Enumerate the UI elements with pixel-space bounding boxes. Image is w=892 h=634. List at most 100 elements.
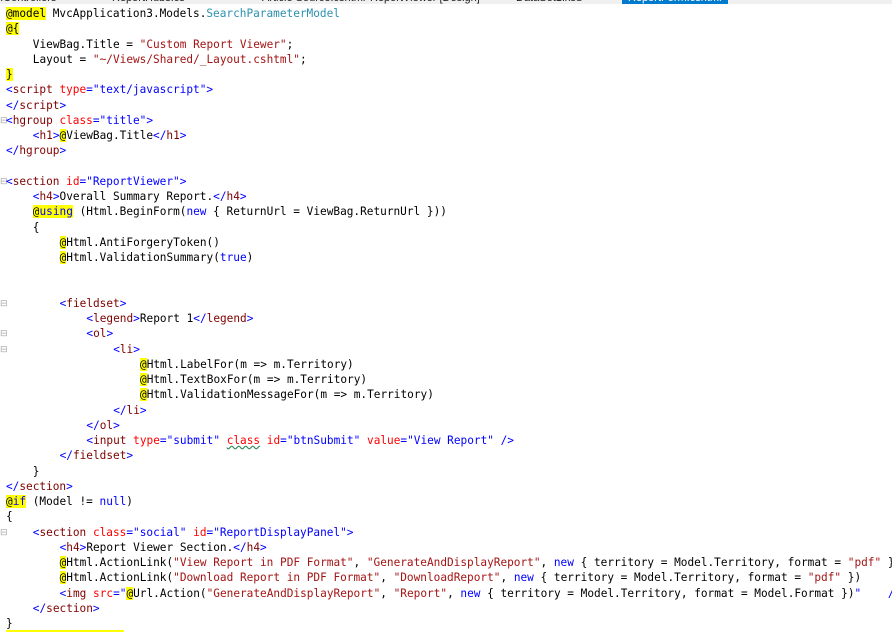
code-token: Overall Summary Report.: [59, 190, 214, 203]
code-line[interactable]: {: [6, 509, 13, 524]
code-token: h4: [39, 190, 53, 203]
code-token: }): [841, 571, 862, 585]
code-token: Html.AntiForgeryToken(): [66, 235, 220, 249]
code-token: class: [59, 113, 93, 127]
code-line[interactable]: <section class="social" id="ReportDispla…: [33, 525, 354, 540]
code-token: { territory = Model.Territory, format = …: [480, 586, 855, 600]
code-token: @: [6, 495, 13, 508]
code-line[interactable]: </fieldset>: [60, 448, 133, 463]
code-token: >: [146, 113, 153, 127]
code-line[interactable]: </ol>: [86, 418, 119, 433]
code-line[interactable]: <img src="@Url.Action("GenerateAndDispla…: [60, 586, 892, 601]
code-token: Html.LabelFor(m => m.Territory): [146, 357, 354, 371]
code-token: hgroup: [12, 113, 53, 127]
code-line[interactable]: <script type="text/javascript">: [6, 82, 213, 97]
code-line[interactable]: Layout = "~/Views/Shared/_Layout.cshtml"…: [33, 52, 307, 67]
code-token: "pdf": [847, 556, 882, 569]
fold-toggle-icon[interactable]: ⊟: [0, 113, 8, 128]
fold-toggle-icon[interactable]: ⊟: [0, 342, 8, 357]
code-line[interactable]: </script>: [6, 98, 66, 113]
code-line[interactable]: @if (Model != null): [6, 494, 133, 509]
code-token: @model: [6, 7, 47, 20]
code-token: <: [113, 342, 120, 356]
code-line[interactable]: ViewBag.Title = "Custom Report Viewer";: [33, 37, 294, 52]
code-line[interactable]: <ol>: [86, 326, 113, 341]
code-token: @{: [6, 22, 20, 36]
code-line[interactable]: @model MvcApplication3.Models.SearchPara…: [6, 6, 340, 21]
code-token: { ReturnUrl = ViewBag.ReturnUrl })): [206, 205, 447, 219]
document-tab-2[interactable]: Article Source.cshtml: [262, 0, 365, 4]
code-line[interactable]: }: [33, 464, 40, 479]
code-line[interactable]: <h1>@ViewBag.Title</h1>: [33, 128, 186, 143]
code-token: >: [139, 403, 147, 417]
code-token: "View Report in PDF Format": [173, 556, 354, 569]
code-token: =: [280, 434, 287, 447]
code-token: class: [92, 525, 127, 539]
code-editor[interactable]: @model MvcApplication3.Models.SearchPara…: [0, 6, 892, 634]
code-token: >: [106, 327, 114, 341]
code-line[interactable]: <h4>Report Viewer Section.</h4>: [60, 540, 267, 555]
code-token: Report Viewer Section.: [86, 540, 234, 554]
code-line[interactable]: @Html.ValidationMessageFor(m => m.Territ…: [140, 387, 434, 402]
fold-toggle-icon[interactable]: ⊟: [0, 326, 8, 341]
code-line[interactable]: </section>: [6, 479, 73, 494]
code-line[interactable]: <input type="submit" class id="btnSubmit…: [86, 433, 514, 448]
code-line[interactable]: @Html.ActionLink("Download Report in PDF…: [59, 570, 862, 585]
code-line[interactable]: <legend>Report 1</legend>: [86, 311, 253, 326]
code-line[interactable]: @Html.TextBoxFor(m => m.Territory): [140, 372, 367, 387]
code-token: </: [6, 479, 20, 493]
code-token: "GenerateAndDisplayReport": [206, 586, 381, 600]
code-token: new: [186, 205, 207, 219]
code-line[interactable]: {: [33, 220, 40, 235]
code-line[interactable]: <h4>Overall Summary Report.</h4>: [33, 189, 247, 204]
code-line[interactable]: @{: [6, 21, 20, 36]
code-token: type: [133, 434, 160, 447]
code-token: section: [39, 525, 87, 539]
code-token: @: [140, 357, 147, 371]
code-token: >: [346, 525, 354, 539]
code-line[interactable]: <fieldset>: [60, 296, 127, 311]
code-token: { territory = Model.Territory, format =: [533, 571, 808, 585]
document-tab-1[interactable]: ReportHubs.cs: [112, 0, 185, 4]
code-token: "title": [99, 113, 147, 127]
code-line[interactable]: }: [6, 616, 13, 631]
code-token: >: [206, 83, 214, 97]
code-token: }: [6, 68, 13, 81]
code-token: <: [6, 83, 13, 97]
code-token: h4: [226, 190, 240, 203]
document-tab-4[interactable]: DataSet1.xsd: [516, 0, 582, 4]
code-line[interactable]: </hgroup>: [6, 143, 66, 158]
fold-toggle-icon[interactable]: ⊟: [0, 174, 8, 189]
code-token: >: [52, 190, 60, 203]
code-line[interactable]: }: [6, 67, 13, 82]
document-tab-3[interactable]: ReportViewer [Design]: [370, 0, 480, 4]
code-token: "text/javascript": [92, 83, 207, 97]
code-line[interactable]: <hgroup class="title">: [6, 113, 153, 128]
code-token: Html.TextBoxFor(m => m.Territory): [146, 373, 368, 386]
code-token: </: [86, 418, 100, 432]
fold-toggle-icon[interactable]: ⊟: [0, 525, 8, 540]
code-token: =: [113, 586, 120, 600]
code-line[interactable]: </section>: [33, 601, 100, 616]
code-token: legend: [93, 312, 134, 325]
code-line[interactable]: <section id="ReportViewer">: [6, 174, 186, 189]
code-line[interactable]: @Html.ActionLink("View Report in PDF For…: [59, 555, 892, 570]
code-line[interactable]: @Html.AntiForgeryToken(): [59, 235, 220, 250]
code-line[interactable]: </li>: [113, 403, 146, 418]
document-tab-0[interactable]: ...Controllers: [0, 0, 56, 4]
code-token: >: [126, 449, 134, 463]
document-tab-5[interactable]: ReportForm.cshtml: [622, 0, 728, 4]
code-line[interactable]: @Html.LabelFor(m => m.Territory): [140, 357, 354, 372]
code-line[interactable]: <li>: [113, 342, 140, 357]
fold-toggle-icon[interactable]: ⊟: [0, 296, 8, 311]
code-line[interactable]: @Html.ValidationSummary(true): [59, 250, 253, 265]
code-token: </: [153, 129, 167, 142]
code-token: "DownloadReport": [393, 571, 501, 585]
code-token: h1: [166, 129, 180, 142]
code-line[interactable]: @using (Html.BeginForm(new { ReturnUrl =…: [32, 204, 447, 219]
code-token: ViewBag.Title: [66, 129, 154, 142]
code-token: Report 1: [139, 312, 194, 325]
code-token: section: [19, 479, 67, 493]
